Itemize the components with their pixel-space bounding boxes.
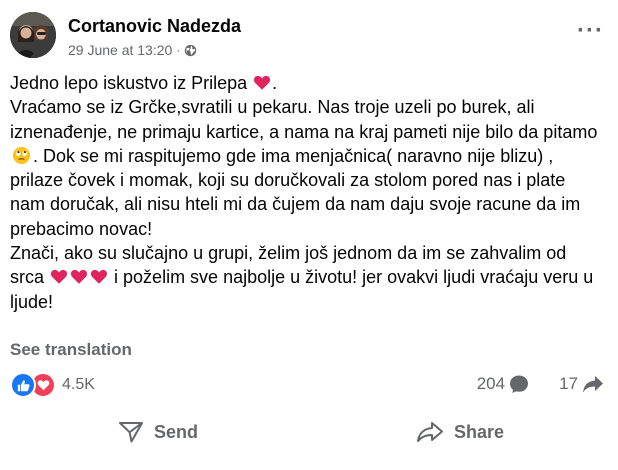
post-text: Jedno lepo iskustvo iz Prilepa [10, 73, 248, 93]
share-label: Share [454, 421, 505, 442]
send-label: Send [154, 421, 199, 442]
post-header: Cortanovic Nadezda 29 June at 13:20 · ··… [10, 12, 610, 62]
see-translation-link[interactable]: See translation [10, 340, 132, 360]
author-name[interactable]: Cortanovic Nadezda [68, 16, 241, 37]
send-icon [119, 422, 143, 443]
red-heart-icon [70, 270, 88, 285]
post-text: Vraćamo se iz Grčke,svratili u pekaru. N… [10, 97, 598, 142]
rolling-eyes-face-icon [12, 146, 31, 164]
reaction-count[interactable]: 4.5K [62, 376, 95, 394]
more-options-icon[interactable]: ··· [577, 19, 604, 43]
red-heart-icon [50, 270, 68, 285]
post-paragraph-2: Vraćamo se iz Grčke,svratili u pekaru. N… [10, 95, 600, 241]
meta-separator: · [176, 43, 181, 57]
globe-icon[interactable] [184, 44, 197, 57]
post-paragraph-1: Jedno lepo iskustvo iz Prilepa . [10, 73, 278, 93]
avatar[interactable] [10, 12, 56, 58]
red-heart-icon [254, 75, 271, 90]
red-heart-icon [90, 270, 108, 285]
share-count: 17 [559, 374, 578, 393]
send-button[interactable]: Send [118, 420, 198, 444]
post-body: Jedno lepo iskustvo iz Prilepa . Vraćamo… [10, 71, 600, 314]
engagement-counts: 204 17 [477, 374, 604, 394]
post-stats: 4.5K 204 17 [10, 372, 608, 398]
post-text: . Dok se mi raspitujemo gde ima menjačni… [10, 145, 581, 239]
comment-count: 204 [476, 374, 506, 393]
share-arrow-icon [583, 376, 603, 393]
share-count-item[interactable]: 17 [559, 374, 604, 394]
post-actions: Send Share [10, 420, 608, 454]
reactions-summary[interactable]: 4.5K [10, 372, 95, 398]
post-timestamp[interactable]: 29 June at 13:20 [68, 42, 172, 58]
comment-count-item[interactable]: 204 [477, 374, 529, 394]
post-meta: 29 June at 13:20 · [68, 42, 197, 58]
share-button[interactable]: Share [416, 420, 504, 444]
comment-bubble-icon [510, 375, 529, 393]
like-reaction-icon [10, 372, 36, 398]
post-paragraph-3: Znači, ako su slučajno u grupi, želim jo… [10, 241, 600, 314]
share-icon [417, 422, 443, 442]
